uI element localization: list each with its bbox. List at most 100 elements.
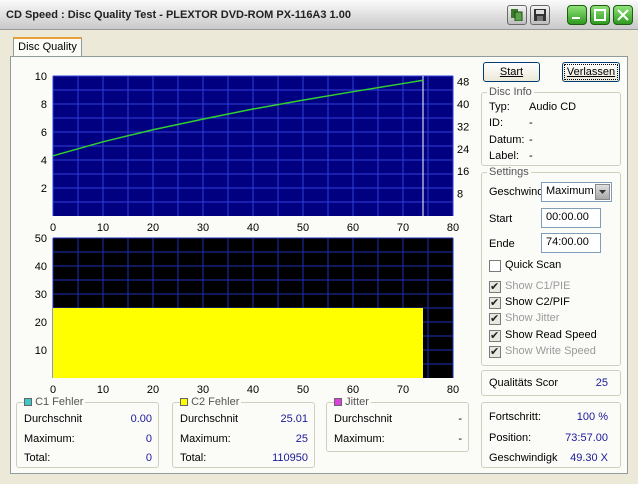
c1-title-label: C1 Fehler: [35, 396, 84, 408]
progress-label: Fortschritt:: [489, 411, 541, 423]
c2-total-value: 110950: [272, 452, 308, 464]
position-label: Position:: [489, 432, 532, 444]
y-right-tick-label: 32: [457, 121, 469, 133]
copy-icon[interactable]: [507, 5, 527, 25]
x-tick-label: 30: [197, 384, 209, 396]
x-tick-label: 40: [247, 384, 259, 396]
c1-avg-value: 0.00: [130, 413, 152, 425]
speed-label: Geschwind: [489, 186, 544, 198]
disc-id-value: -: [529, 117, 533, 129]
jitter-title-label: Jitter: [345, 396, 369, 408]
tab-disc-quality[interactable]: Disc Quality: [13, 37, 82, 57]
y-left-tick-label: 2: [41, 183, 47, 195]
window-title: CD Speed : Disc Quality Test - PLEXTOR D…: [6, 9, 351, 21]
quality-score-value: 25: [595, 377, 608, 389]
c1-max-label: Maximum:: [24, 433, 75, 445]
disc-label-value: -: [529, 150, 533, 162]
y-left-tick-label: 6: [41, 127, 47, 139]
x-tick-label: 0: [50, 384, 56, 396]
c1-swatch: [24, 398, 32, 406]
start-button[interactable]: Start: [483, 62, 540, 82]
y-left-tick-label: 4: [41, 155, 47, 167]
y-right-tick-label: 8: [457, 189, 463, 201]
y-tick-label: 10: [35, 345, 47, 357]
show-write-speed-label: Show Write Speed: [505, 345, 596, 357]
disc-type-label: Typ:: [489, 101, 510, 113]
show-jitter-label: Show Jitter: [505, 312, 560, 324]
disc-info-title: Disc Info: [487, 86, 534, 98]
show-c1-checkbox[interactable]: [489, 280, 501, 293]
x-tick-label: 70: [397, 384, 409, 396]
c1-total-value: 0: [145, 452, 152, 464]
c2-error-chart: 0 10 20 30 40 50 60 70 80 10 20 30 40 50: [35, 233, 459, 396]
x-tick-label: 20: [147, 384, 159, 396]
save-icon[interactable]: [530, 5, 550, 25]
minimize-icon[interactable]: [567, 5, 587, 25]
c2-avg-value: 25.01: [280, 413, 308, 425]
position-value: 73:57.00: [565, 432, 608, 444]
y-tick-label: 50: [35, 233, 47, 245]
jitter-avg-value: -: [458, 413, 462, 425]
c2-max-value: 25: [295, 433, 308, 445]
end-time-input[interactable]: 74:00.00: [541, 233, 601, 253]
end-time-label: Ende: [489, 238, 515, 250]
show-c2-checkbox[interactable]: [489, 296, 501, 309]
jitter-max-label: Maximum:: [334, 433, 385, 445]
speed-select[interactable]: Maximum: [541, 182, 612, 202]
disc-date-value: -: [529, 134, 533, 146]
start-time-input[interactable]: 00:00.00: [541, 208, 601, 228]
jitter-title: Jitter: [334, 396, 371, 408]
y-left-tick-label: 8: [41, 99, 47, 111]
y-left-tick-label: 10: [35, 71, 47, 83]
maximize-icon[interactable]: [590, 5, 610, 25]
y-tick-label: 30: [35, 289, 47, 301]
c2-title-label: C2 Fehler: [191, 396, 240, 408]
y-right-tick-label: 40: [457, 99, 469, 111]
y-right-tick-label: 24: [457, 144, 469, 156]
c2-error-area: [53, 308, 423, 378]
quick-scan-label: Quick Scan: [505, 259, 562, 271]
c2-title: C2 Fehler: [180, 396, 242, 408]
disc-type-value: Audio CD: [529, 101, 577, 113]
y-right-tick-label: 48: [457, 77, 469, 89]
start-button-label: Start: [499, 66, 524, 78]
speed-select-value: Maximum: [546, 185, 594, 197]
progress-value: 100 %: [576, 411, 608, 423]
title-bar: CD Speed : Disc Quality Test - PLEXTOR D…: [0, 0, 638, 30]
c2-total-label: Total:: [180, 452, 207, 464]
disc-id-label: ID:: [489, 117, 504, 129]
show-read-speed-checkbox[interactable]: [489, 329, 501, 342]
disc-date-label: Datum:: [489, 134, 525, 146]
show-c2-label: Show C2/PIF: [505, 296, 570, 308]
close-icon[interactable]: [613, 5, 633, 25]
jitter-avg-label: Durchschnit: [334, 413, 393, 425]
speed-readout-value: 49.30 X: [570, 452, 608, 464]
chevron-down-icon[interactable]: [595, 184, 610, 200]
c1-avg-label: Durchschnit: [24, 413, 83, 425]
c2-avg-label: Durchschnit: [180, 413, 239, 425]
x-tick-label: 80: [447, 384, 459, 396]
jitter-swatch: [334, 398, 342, 406]
read-speed-chart: 0 10 20 30 40 50 60 70 8024681081624324048: [35, 71, 470, 234]
show-write-speed-checkbox[interactable]: [489, 345, 501, 358]
x-tick-label: 10: [97, 384, 109, 396]
jitter-max-value: -: [458, 433, 462, 445]
exit-button[interactable]: Verlassen: [562, 62, 620, 82]
start-time-label: Start: [489, 213, 513, 225]
disc-label-label: Label:: [489, 150, 519, 162]
c2-max-label: Maximum:: [180, 433, 231, 445]
c1-title: C1 Fehler: [24, 396, 86, 408]
exit-button-label: Verlassen: [566, 66, 616, 78]
c1-max-value: 0: [145, 433, 152, 445]
y-tick-label: 20: [35, 317, 47, 329]
y-tick-label: 40: [35, 261, 47, 273]
quality-score-label: Qualitäts Scor: [489, 377, 559, 389]
settings-title: Settings: [487, 166, 531, 178]
x-tick-label: 60: [347, 384, 359, 396]
quick-scan-checkbox[interactable]: [489, 260, 501, 272]
show-jitter-checkbox[interactable]: [489, 312, 501, 325]
x-tick-label: 50: [297, 384, 309, 396]
c2-swatch: [180, 398, 188, 406]
y-right-tick-label: 16: [457, 166, 469, 178]
show-read-speed-label: Show Read Speed: [505, 329, 597, 341]
